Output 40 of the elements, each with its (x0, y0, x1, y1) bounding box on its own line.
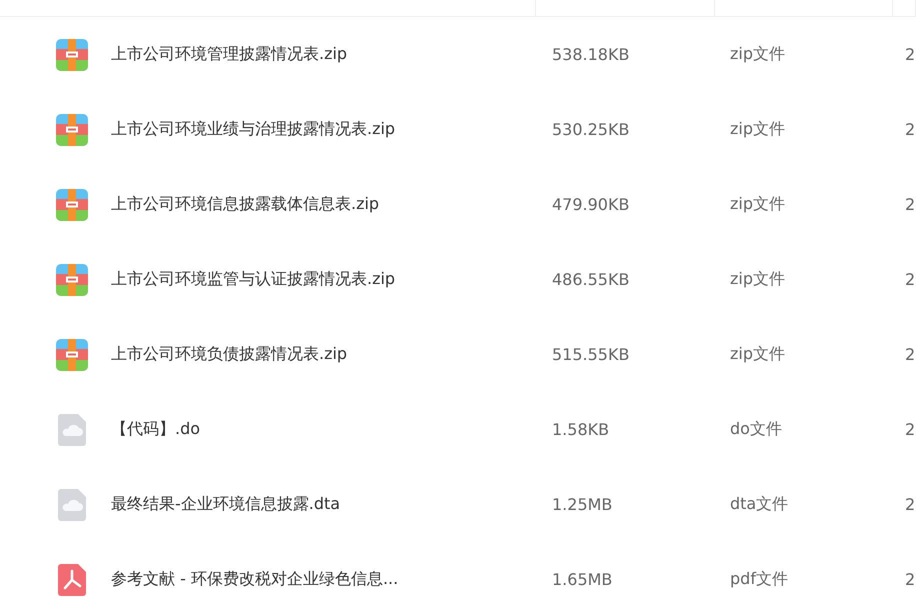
table-cell: 2 (905, 345, 916, 364)
archive-icon (56, 264, 88, 296)
cloud-file-icon (56, 414, 88, 446)
file-name[interactable]: 【代码】.do (111, 419, 200, 440)
cloud-file-icon (56, 488, 88, 520)
file-type: zip文件 (730, 44, 785, 65)
table-cell: 2 (905, 420, 916, 439)
file-name[interactable]: 上市公司环境负债披露情况表.zip (111, 344, 348, 365)
file-name[interactable]: 上市公司环境业绩与治理披露情况表.zip (111, 119, 396, 140)
file-size: 515.55KB (552, 345, 630, 364)
archive-icon (56, 188, 88, 220)
file-size: 486.55KB (552, 270, 630, 289)
file-size: 1.25MB (552, 495, 612, 514)
file-size: 479.90KB (552, 195, 630, 214)
table-cell: 2 (905, 495, 916, 514)
file-type: dta文件 (730, 494, 788, 515)
table-cell: 2 (905, 570, 916, 589)
file-name[interactable]: 参考文献 - 环保费改税对企业绿色信息... (111, 569, 398, 590)
table-cell: 2 (905, 195, 916, 214)
file-type: zip文件 (730, 344, 785, 365)
file-type: zip文件 (730, 119, 785, 140)
file-size: 1.65MB (552, 570, 612, 589)
file-type: zip文件 (730, 269, 785, 290)
file-size: 530.25KB (552, 120, 630, 139)
file-type: zip文件 (730, 194, 785, 215)
archive-icon (56, 38, 88, 70)
file-type: pdf文件 (730, 569, 788, 590)
pdf-icon (56, 564, 88, 596)
file-name[interactable]: 最终结果-企业环境信息披露.dta (111, 494, 340, 515)
table-cell: 2 (905, 270, 916, 289)
file-type: do文件 (730, 419, 782, 440)
file-size: 1.58KB (552, 420, 610, 439)
file-size: 538.18KB (552, 45, 630, 64)
archive-icon (56, 338, 88, 370)
file-name[interactable]: 上市公司环境监管与认证披露情况表.zip (111, 269, 396, 290)
file-name[interactable]: 上市公司环境信息披露载体信息表.zip (111, 194, 380, 215)
archive-icon (56, 114, 88, 146)
table-cell: 2 (905, 120, 916, 139)
table-cell: 2 (905, 45, 916, 64)
file-name[interactable]: 上市公司环境管理披露情况表.zip (111, 44, 348, 65)
